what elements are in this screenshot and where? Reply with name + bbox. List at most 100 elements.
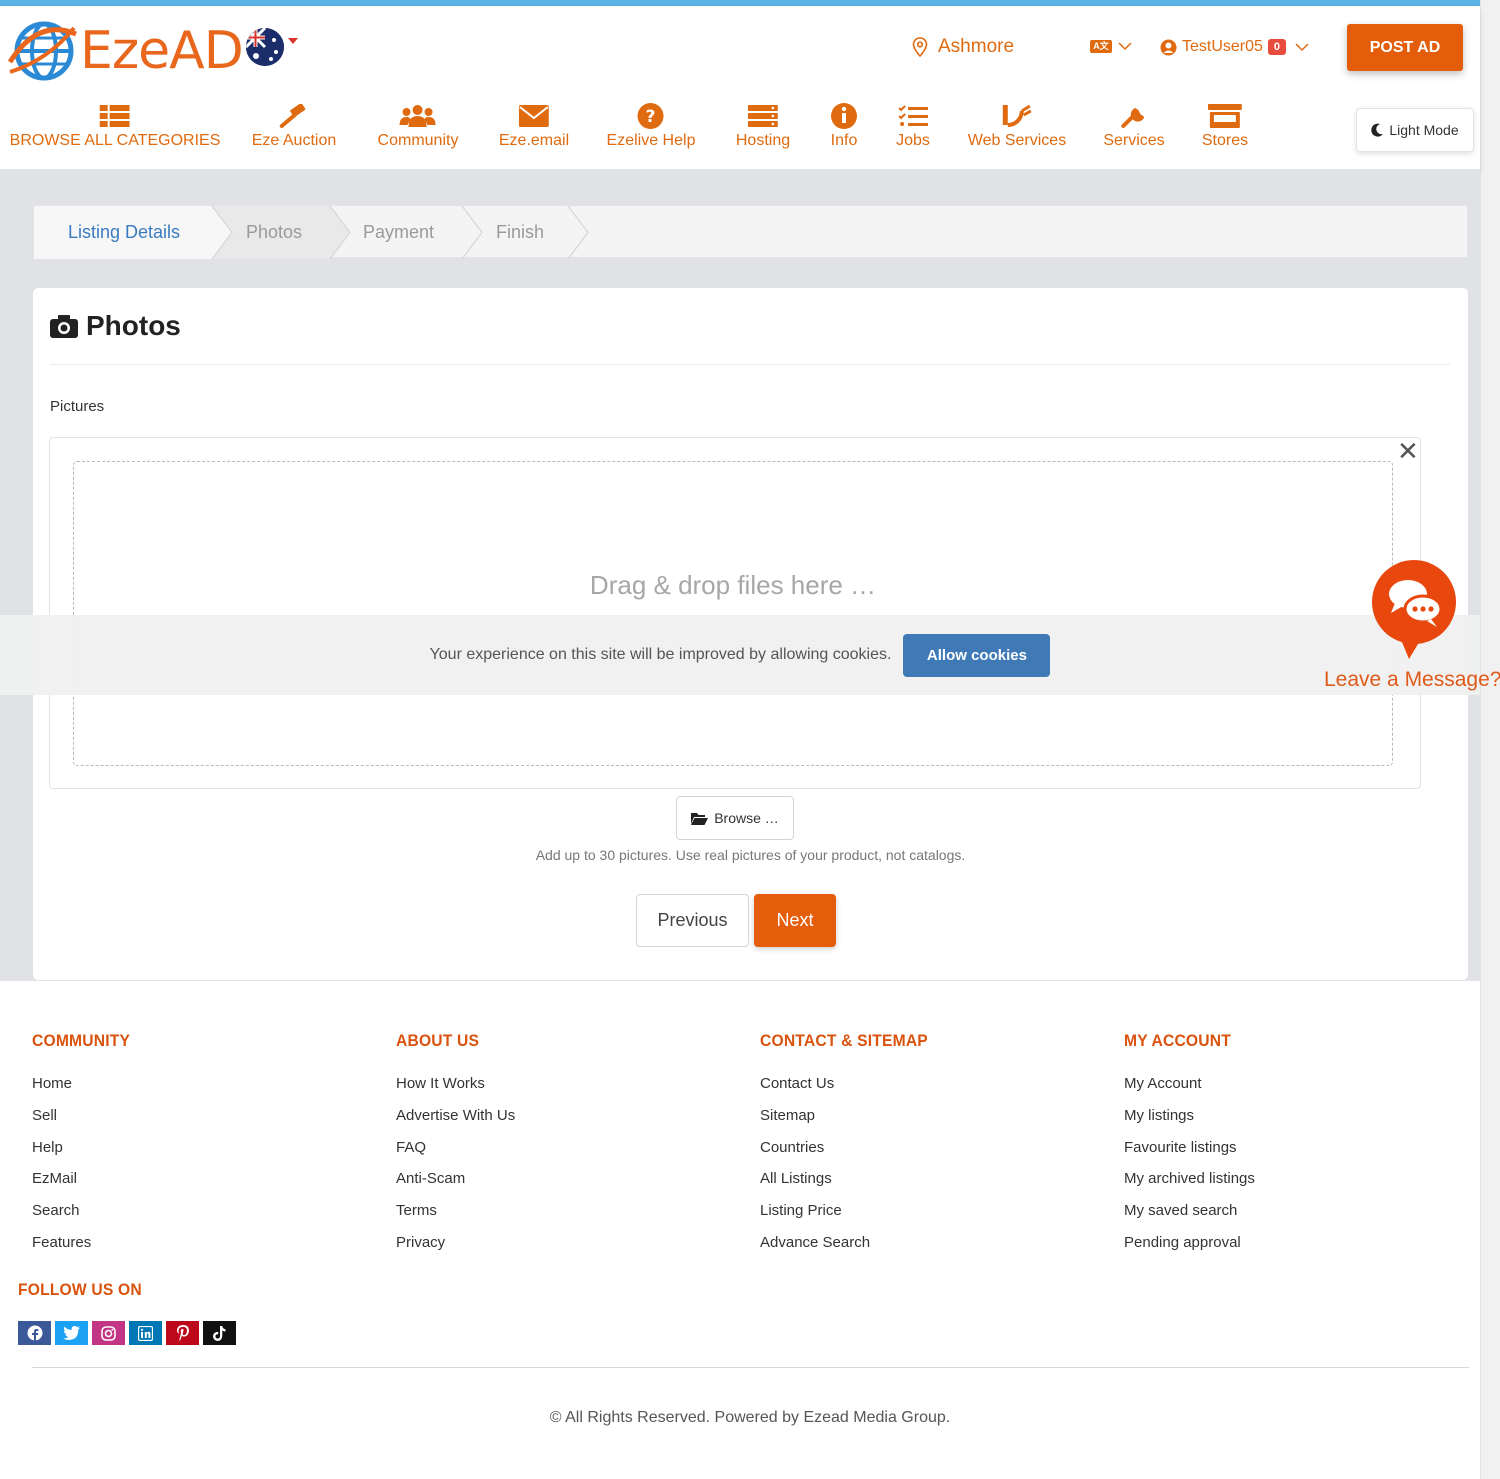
footer-link[interactable]: My archived listings xyxy=(1124,1170,1255,1202)
close-icon[interactable]: ✕ xyxy=(1397,438,1419,464)
nav-label: Jobs xyxy=(896,132,930,149)
nav-label: Info xyxy=(830,132,858,149)
footer-link[interactable]: Sell xyxy=(32,1107,139,1139)
footer-link[interactable]: EzMail xyxy=(32,1170,139,1202)
footer-link[interactable]: Privacy xyxy=(396,1234,515,1266)
envelope-icon xyxy=(519,105,549,127)
card-title-text: Photos xyxy=(86,310,181,341)
allow-cookies-button[interactable]: Allow cookies xyxy=(903,633,1051,677)
footer-link[interactable]: Terms xyxy=(396,1202,515,1234)
post-ad-button[interactable]: POST AD xyxy=(1347,24,1463,71)
footer-link[interactable]: Pending approval xyxy=(1124,1234,1255,1266)
twitter-icon[interactable] xyxy=(55,1321,88,1345)
follow-us-heading: FOLLOW US ON xyxy=(18,1280,142,1299)
light-mode-toggle[interactable]: Light Mode xyxy=(1356,108,1474,152)
site-footer: COMMUNITY Home Sell Help EzMail Search F… xyxy=(0,981,1480,1479)
nav-label: Ezelive Help xyxy=(606,132,696,149)
footer-heading: ABOUT US xyxy=(396,1031,480,1050)
footer-link[interactable]: Contact Us xyxy=(760,1075,943,1107)
nav-stores[interactable]: Stores xyxy=(1202,102,1248,150)
upload-hint: Add up to 30 pictures. Use real pictures… xyxy=(535,847,966,863)
instagram-icon[interactable] xyxy=(92,1321,125,1345)
nav-eze-auction[interactable]: Eze Auction xyxy=(252,102,336,150)
logo[interactable]: EzeAD xyxy=(8,20,244,82)
pinterest-icon[interactable] xyxy=(166,1321,199,1345)
info-icon xyxy=(831,103,857,129)
footer-divider xyxy=(32,1367,1469,1368)
user-circle-icon xyxy=(1160,39,1177,55)
nav-label: Hosting xyxy=(735,132,791,149)
nav-info[interactable]: Info xyxy=(830,102,858,150)
tiktok-icon[interactable] xyxy=(203,1321,236,1345)
file-drop-container: Drag & drop files here … xyxy=(49,437,1421,789)
step-payment[interactable]: Payment xyxy=(363,206,434,259)
users-icon xyxy=(400,105,436,127)
facebook-icon[interactable] xyxy=(18,1321,51,1345)
server-icon xyxy=(748,105,778,127)
camera-icon xyxy=(50,315,78,338)
footer-link[interactable]: Listing Price xyxy=(760,1202,943,1234)
footer-link[interactable]: My listings xyxy=(1124,1107,1255,1139)
footer-heading: COMMUNITY xyxy=(32,1031,131,1050)
footer-column-contact-sitemap: CONTACT & SITEMAP Contact Us Sitemap Cou… xyxy=(760,1031,943,1266)
footer-link[interactable]: My Account xyxy=(1124,1075,1255,1107)
nav-browse-all-categories[interactable]: BROWSE ALL CATEGORIES xyxy=(10,102,220,150)
nav-label: Services xyxy=(1103,132,1165,149)
leave-message-label[interactable]: Leave a Message? xyxy=(1324,668,1500,692)
card-title: Photos xyxy=(50,310,181,342)
footer-link[interactable]: Search xyxy=(32,1202,139,1234)
footer-heading: CONTACT & SITEMAP xyxy=(760,1031,928,1050)
nav-label: Eze.email xyxy=(498,132,570,149)
nav-ezelive-help[interactable]: ? Ezelive Help xyxy=(606,102,696,150)
scrollbar[interactable] xyxy=(1480,0,1500,1479)
user-menu[interactable]: TestUser05 0 xyxy=(1160,38,1309,56)
footer-link[interactable]: Anti-Scam xyxy=(396,1170,515,1202)
footer-link[interactable]: All Listings xyxy=(760,1170,943,1202)
light-mode-label: Light Mode xyxy=(1389,122,1459,138)
store-icon xyxy=(1208,104,1242,128)
nav-services[interactable]: Services xyxy=(1103,102,1165,150)
footer-link[interactable]: Features xyxy=(32,1234,139,1266)
footer-link[interactable]: Advertise With Us xyxy=(396,1107,515,1139)
pictures-label: Pictures xyxy=(50,398,105,415)
step-listing-details[interactable]: Listing Details xyxy=(68,206,180,259)
nav-eze-email[interactable]: Eze.email xyxy=(499,102,569,150)
browse-button[interactable]: Browse … xyxy=(676,796,794,840)
username: TestUser05 xyxy=(1182,38,1263,55)
footer-link[interactable]: Advance Search xyxy=(760,1234,943,1266)
previous-button[interactable]: Previous xyxy=(636,894,749,947)
gavel-icon xyxy=(280,104,306,128)
drop-zone[interactable]: Drag & drop files here … xyxy=(73,461,1393,766)
footer-link[interactable]: Countries xyxy=(760,1139,943,1171)
footer-link[interactable]: FAQ xyxy=(396,1139,515,1171)
footer-link[interactable]: How It Works xyxy=(396,1075,515,1107)
country-caret-icon[interactable] xyxy=(288,38,298,44)
linkedin-icon[interactable] xyxy=(129,1321,162,1345)
footer-link[interactable]: My saved search xyxy=(1124,1202,1255,1234)
rss-icon xyxy=(1003,104,1032,127)
progress-steps: Listing Details Photos Payment Finish xyxy=(33,205,1468,259)
divider xyxy=(50,364,1450,365)
nav-web-services[interactable]: Web Services xyxy=(968,102,1066,150)
footer-link[interactable]: Help xyxy=(32,1139,139,1171)
chat-widget-icon[interactable] xyxy=(1371,559,1457,661)
nav-hosting[interactable]: Hosting xyxy=(736,102,790,150)
chevron-down-icon xyxy=(1295,42,1309,51)
drop-zone-text: Drag & drop files here … xyxy=(589,570,877,600)
footer-heading: MY ACCOUNT xyxy=(1124,1031,1231,1050)
footer-link[interactable]: Sitemap xyxy=(760,1107,943,1139)
step-finish[interactable]: Finish xyxy=(496,206,544,259)
country-flag-icon[interactable] xyxy=(246,28,284,66)
footer-column-community: COMMUNITY Home Sell Help EzMail Search F… xyxy=(32,1031,139,1266)
next-button[interactable]: Next xyxy=(754,894,836,947)
footer-column-about-us: ABOUT US How It Works Advertise With Us … xyxy=(396,1031,515,1266)
language-selector[interactable]: A文 xyxy=(1090,40,1132,53)
footer-link[interactable]: Favourite listings xyxy=(1124,1139,1255,1171)
nav-community[interactable]: Community xyxy=(378,102,458,150)
cookie-banner: Your experience on this site will be imp… xyxy=(0,615,1480,695)
nav-label: Web Services xyxy=(967,132,1067,149)
nav-jobs[interactable]: Jobs xyxy=(896,102,930,150)
step-photos[interactable]: Photos xyxy=(246,206,302,259)
location-selector[interactable]: Ashmore xyxy=(912,36,1014,58)
footer-link[interactable]: Home xyxy=(32,1075,139,1107)
